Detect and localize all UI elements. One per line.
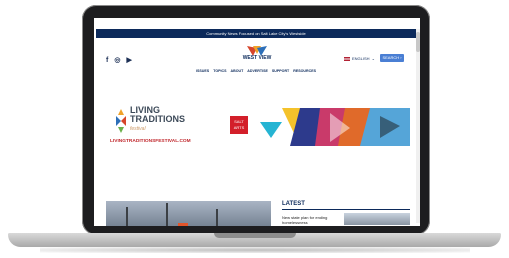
chevron-down-icon: ⌄ [371, 56, 375, 61]
festival-banner-ad[interactable]: LIVING TRADITIONS festival LIVINGTRADITI… [100, 102, 416, 154]
nav-item-resources[interactable]: RESOURCES [293, 69, 316, 73]
laptop-notch [214, 233, 296, 238]
logo-text: WEST VIEW [242, 55, 272, 61]
nav-item-advertise[interactable]: ADVERTISE [247, 69, 268, 73]
nav-item-about[interactable]: ABOUT [231, 69, 244, 73]
page-scrollbar[interactable] [416, 29, 420, 223]
festival-subtitle: festival [130, 126, 146, 132]
nav-item-topics[interactable]: TOPICS [213, 69, 226, 73]
latest-heading: LATEST [282, 201, 305, 207]
latest-story-title[interactable]: New state plan for ending homelessness [282, 215, 336, 225]
tree-trunk [216, 209, 218, 226]
site-logo[interactable]: WEST VIEW [240, 46, 274, 62]
festival-url[interactable]: LIVINGTRADITIONSFESTIVAL.COM [110, 139, 191, 144]
site-header: f ◎ ▶ WEST VIEW ENGLISH ⌄ SEARCH › ISSUE [104, 44, 410, 80]
main-nav: ISSUES TOPICS ABOUT ADVERTISE SUPPORT RE… [196, 69, 316, 73]
festival-logo-icon [116, 109, 126, 133]
badge-line2: ARTS [233, 125, 245, 130]
browser-viewport: Community News Focused on Salt Lake City… [94, 18, 420, 226]
figure-accent [178, 223, 188, 226]
youtube-icon[interactable]: ▶ [126, 56, 131, 64]
tree-trunk [126, 207, 128, 226]
language-selector[interactable]: ENGLISH ⌄ [344, 56, 375, 61]
language-label: ENGLISH [352, 56, 370, 61]
search-button[interactable]: SEARCH › [380, 54, 404, 62]
facebook-icon[interactable]: f [106, 57, 108, 64]
laptop-shadow [40, 247, 470, 253]
salt-arts-badge: SALT ARTS [230, 116, 248, 134]
featured-story-photo[interactable] [106, 201, 271, 226]
festival-title: LIVING TRADITIONS [130, 106, 185, 124]
latest-divider [282, 209, 410, 210]
social-links: f ◎ ▶ [106, 56, 132, 65]
us-flag-icon [344, 56, 350, 61]
nav-item-issues[interactable]: ISSUES [196, 69, 209, 73]
festival-artwork [260, 108, 410, 146]
latest-story-thumbnail[interactable] [344, 213, 410, 225]
instagram-icon[interactable]: ◎ [114, 56, 120, 64]
tree-trunk [166, 203, 168, 226]
scrollbar-thumb[interactable] [416, 32, 420, 52]
nav-item-support[interactable]: SUPPORT [272, 69, 289, 73]
laptop-frame: Community News Focused on Salt Lake City… [0, 0, 509, 258]
top-announcement-bar: Community News Focused on Salt Lake City… [96, 29, 416, 38]
festival-title-line2: TRADITIONS [130, 114, 185, 124]
